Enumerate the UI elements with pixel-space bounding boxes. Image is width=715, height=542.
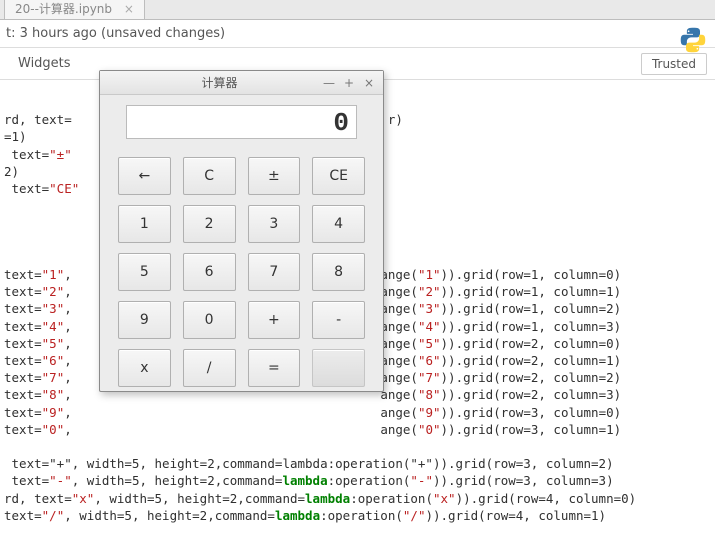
digit-6-button[interactable]: 6 [183, 253, 236, 291]
digit-5-button[interactable]: 5 [118, 253, 171, 291]
calculator-window: 计算器 — + × 0 ← C ± CE 1 2 3 4 5 6 7 8 9 0… [99, 70, 384, 392]
backspace-button[interactable]: ← [118, 157, 171, 195]
digit-4-button[interactable]: 4 [312, 205, 365, 243]
checkpoint-status: t: 3 hours ago (unsaved changes) [0, 20, 715, 48]
clearentry-button[interactable]: CE [312, 157, 365, 195]
digit-2-button[interactable]: 2 [183, 205, 236, 243]
equals-button[interactable]: = [248, 349, 301, 387]
calc-display: 0 [126, 105, 357, 139]
titlebar[interactable]: 计算器 — + × [100, 71, 383, 95]
maximize-icon[interactable]: + [341, 76, 357, 90]
digit-7-button[interactable]: 7 [248, 253, 301, 291]
keypad: ← C ± CE 1 2 3 4 5 6 7 8 9 0 + - x / = [100, 149, 383, 387]
clear-button[interactable]: C [183, 157, 236, 195]
tab-title: 20--计算器.ipynb [15, 2, 112, 16]
multiply-button[interactable]: x [118, 349, 171, 387]
minus-button[interactable]: - [312, 301, 365, 339]
digit-9-button[interactable]: 9 [118, 301, 171, 339]
python-logo-icon [679, 26, 707, 58]
close-icon[interactable]: × [124, 2, 134, 16]
notebook-tab[interactable]: 20--计算器.ipynb × [4, 0, 145, 19]
plusminus-button[interactable]: ± [248, 157, 301, 195]
blank-button [312, 349, 365, 387]
menu-widgets[interactable]: Widgets [8, 51, 81, 76]
window-title: 计算器 [122, 74, 317, 91]
browser-tabbar: 20--计算器.ipynb × [0, 0, 715, 20]
digit-0-button[interactable]: 0 [183, 301, 236, 339]
digit-1-button[interactable]: 1 [118, 205, 171, 243]
digit-8-button[interactable]: 8 [312, 253, 365, 291]
minimize-icon[interactable]: — [321, 76, 337, 90]
digit-3-button[interactable]: 3 [248, 205, 301, 243]
plus-button[interactable]: + [248, 301, 301, 339]
divide-button[interactable]: / [183, 349, 236, 387]
close-icon[interactable]: × [361, 76, 377, 90]
